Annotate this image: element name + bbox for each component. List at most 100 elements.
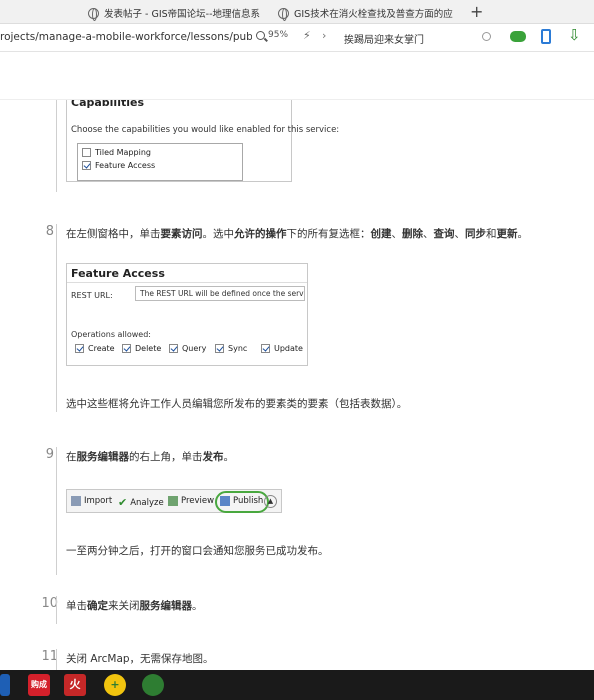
checkbox xyxy=(75,344,84,353)
checkbox xyxy=(82,161,91,170)
step-line xyxy=(56,224,57,412)
taskbar-app-icon[interactable]: + xyxy=(104,674,126,696)
step-line xyxy=(56,100,57,192)
search-icon[interactable] xyxy=(482,32,491,41)
capability-label: Tiled Mapping xyxy=(95,148,151,157)
start-icon[interactable] xyxy=(0,674,10,696)
feature-access-title: Feature Access xyxy=(71,267,165,280)
bold-text: 删除 xyxy=(402,228,423,240)
op-label: Query xyxy=(182,344,207,353)
taskbar-app-icon[interactable]: 购成 xyxy=(28,674,50,696)
bold-text: 服务编辑器 xyxy=(139,600,193,612)
checkbox xyxy=(261,344,270,353)
url-field[interactable]: rojects/manage-a-mobile-workforce/lesson… xyxy=(0,31,252,43)
op-checkbox-sync: Sync xyxy=(215,344,247,353)
feature-access-screenshot: Feature Access REST URL: The REST URL wi… xyxy=(66,263,308,366)
operations-label: Operations allowed: xyxy=(71,330,152,339)
list-item: Tiled Mapping xyxy=(82,148,151,157)
browser-tab-2[interactable]: GIS技术在消火栓查找及普查方面的应 xyxy=(278,3,458,23)
check-icon: ✔ xyxy=(118,496,128,509)
analyze-label: Analyze xyxy=(130,497,164,508)
checkbox xyxy=(122,344,131,353)
text: 在 xyxy=(66,451,77,463)
step-line xyxy=(56,447,57,575)
step11-text: 关闭 ArcMap，无需保存地图。 xyxy=(66,653,214,665)
bold-text: 创建 xyxy=(370,228,392,240)
divider xyxy=(67,282,307,283)
tab-label: GIS技术在消火栓查找及普查方面的应 xyxy=(294,9,453,20)
bold-text: 发布 xyxy=(202,451,224,463)
bold-text: 允许的操作 xyxy=(234,228,287,240)
text: 下的所有复选框： xyxy=(286,228,371,240)
taskbar-app-icon[interactable]: 火 xyxy=(64,674,86,696)
rest-url-field: The REST URL will be defined once the se… xyxy=(135,286,305,301)
text: 。 xyxy=(223,451,235,463)
taskbar: 购成 火 + xyxy=(0,670,594,700)
step9-text: 在服务编辑器的右上角，单击发布。 xyxy=(66,449,234,464)
text: 、 xyxy=(423,228,434,240)
analyze-item: ✔ Analyze xyxy=(118,496,164,509)
new-tab-button[interactable]: + xyxy=(470,2,483,21)
gamepad-icon[interactable] xyxy=(510,31,526,42)
checkbox xyxy=(169,344,178,353)
text: 。 xyxy=(517,228,529,240)
text: 的右上角，单击 xyxy=(129,451,203,463)
op-checkbox-query: Query xyxy=(169,344,206,353)
rest-url-label: REST URL: xyxy=(71,291,113,300)
lightning-icon[interactable]: ⚡ xyxy=(303,29,311,42)
address-bar: rojects/manage-a-mobile-workforce/lesson… xyxy=(0,24,594,52)
text: 单击 xyxy=(66,600,87,612)
import-item: Import xyxy=(71,496,112,506)
op-checkbox-update: Update xyxy=(261,344,303,353)
search-input[interactable]: 挨踢局迎来女掌门 xyxy=(338,28,498,48)
step-number: 11 xyxy=(41,649,58,664)
text: 在左侧窗格中，单击 xyxy=(66,228,161,240)
download-icon[interactable]: ⇩ xyxy=(568,28,581,43)
text: 、 xyxy=(454,228,466,240)
bold-text: 确定 xyxy=(87,600,108,612)
toolbar-blank xyxy=(0,52,594,100)
chevron-up-icon: ▲ xyxy=(264,495,277,508)
step-number: 8 xyxy=(45,224,54,239)
op-label: Create xyxy=(88,344,115,353)
bold-text: 更新 xyxy=(496,228,518,240)
capabilities-description: Choose the capabilities you would like e… xyxy=(71,125,340,135)
text: 和 xyxy=(486,228,497,240)
bold-text: 查询 xyxy=(433,228,455,240)
browser-tab-1[interactable]: 发表帖子 - GIS帝国论坛--地理信息系 xyxy=(88,3,268,23)
list-item: Feature Access xyxy=(82,161,155,170)
preview-icon xyxy=(168,496,178,506)
bold-text: 同步 xyxy=(465,228,486,240)
tab-bar: 发表帖子 - GIS帝国论坛--地理信息系 GIS技术在消火栓查找及普查方面的应… xyxy=(0,0,594,24)
zoom-icon xyxy=(256,30,265,40)
preview-label: Preview xyxy=(181,496,215,506)
publish-toolbar-screenshot: Import ✔ Analyze Preview Publish ▲ xyxy=(66,489,282,513)
op-label: Sync xyxy=(228,344,248,353)
op-checkbox-delete: Delete xyxy=(122,344,161,353)
import-icon xyxy=(71,496,81,506)
step8-text: 在左侧窗格中，单击要素访问。选中允许的操作下的所有复选框：创建、删除、查询、同步… xyxy=(66,226,528,241)
phone-icon[interactable] xyxy=(541,29,551,44)
globe-icon xyxy=(278,7,289,21)
text: 、 xyxy=(391,228,403,240)
text: 来关闭 xyxy=(108,600,140,612)
step8-note: 选中这些框将允许工作人员编辑您所发布的要素类的要素（包括表数据）。 xyxy=(66,398,408,410)
publish-highlight xyxy=(215,491,269,513)
step9-note: 一至两分钟之后，打开的窗口会通知您服务已成功发布。 xyxy=(66,545,329,557)
zoom-control[interactable]: 95% xyxy=(256,30,288,40)
article-content: Capabilities Choose the capabilities you… xyxy=(0,100,594,670)
op-label: Update xyxy=(274,344,303,353)
op-label: Delete xyxy=(135,344,162,353)
zoom-level: 95% xyxy=(268,30,289,40)
preview-item: Preview xyxy=(168,496,214,506)
step-number: 10 xyxy=(41,596,58,611)
step-line xyxy=(56,649,57,670)
import-label: Import xyxy=(84,496,113,506)
capability-label: Feature Access xyxy=(95,161,156,170)
op-checkbox-create: Create xyxy=(75,344,115,353)
chevron-right-icon[interactable]: › xyxy=(322,29,326,42)
step10-text: 单击确定来关闭服务编辑器。 xyxy=(66,598,203,613)
taskbar-app-icon[interactable] xyxy=(142,674,164,696)
bold-text: 要素访问 xyxy=(160,228,203,240)
globe-icon xyxy=(88,7,99,21)
